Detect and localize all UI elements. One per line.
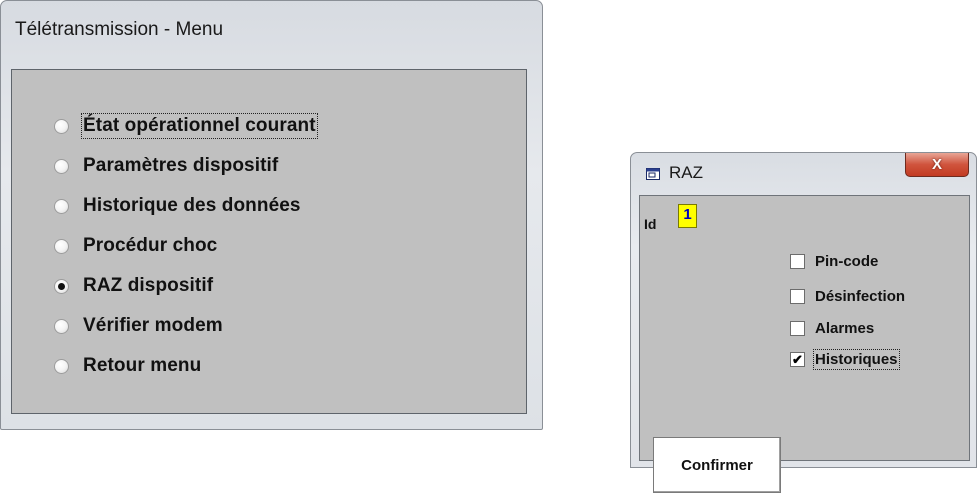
checkbox-label[interactable]: Désinfection (815, 288, 905, 305)
checkbox-alarmes[interactable]: Alarmes (790, 318, 874, 338)
option-label[interactable]: Historique des données (83, 195, 301, 217)
raz-panel: Id 1 Pin-code Désinfection Alarmes ✔ His… (639, 195, 970, 493)
menu-window-title: Télétransmission - Menu (15, 19, 224, 40)
window-icon (646, 168, 660, 180)
checkbox-box[interactable] (790, 288, 805, 304)
radio-button[interactable] (54, 158, 69, 174)
option-verifier-modem[interactable]: Vérifier modem (54, 312, 223, 340)
menu-options-panel: État opérationnel courant Paramètres dis… (11, 69, 527, 414)
radio-button-selected[interactable] (54, 278, 69, 294)
checkmark-icon[interactable]: ✔ (790, 351, 805, 367)
option-label[interactable]: Paramètres dispositif (83, 155, 278, 177)
option-label[interactable]: Procédur choc (83, 235, 217, 257)
radio-button[interactable] (54, 358, 69, 374)
checkbox-label[interactable]: Pin-code (815, 253, 878, 270)
close-button[interactable]: X (905, 153, 969, 177)
option-label[interactable]: RAZ dispositif (83, 275, 213, 297)
radio-button[interactable] (54, 118, 69, 134)
option-etat-operationnel[interactable]: État opérationnel courant (54, 112, 318, 140)
option-parametres-dispositif[interactable]: Paramètres dispositif (54, 152, 278, 180)
checkbox-label[interactable]: Alarmes (815, 320, 874, 337)
option-retour-menu[interactable]: Retour menu (54, 352, 201, 380)
option-label[interactable]: Vérifier modem (83, 315, 223, 337)
radio-button[interactable] (54, 318, 69, 334)
checkbox-label[interactable]: Historiques (813, 348, 900, 370)
option-label[interactable]: État opérationnel courant (81, 113, 318, 139)
close-icon[interactable]: X (932, 156, 942, 173)
option-label[interactable]: Retour menu (83, 355, 201, 377)
raz-window-title: RAZ (669, 163, 703, 182)
option-raz-dispositif[interactable]: RAZ dispositif (54, 272, 213, 300)
radio-button[interactable] (54, 238, 69, 254)
checkbox-box[interactable] (790, 320, 805, 336)
checkbox-desinfection[interactable]: Désinfection (790, 286, 905, 306)
confirm-button[interactable]: Confirmer (653, 437, 781, 493)
raz-window: RAZ X Id 1 Pin-code Désinfection Alarmes… (630, 152, 977, 493)
id-value: 1 (678, 204, 697, 228)
menu-window: Télétransmission - Menu État opérationne… (0, 0, 543, 430)
option-historique-donnees[interactable]: Historique des données (54, 192, 301, 220)
radio-button[interactable] (54, 198, 69, 214)
checkbox-pin-code[interactable]: Pin-code (790, 251, 878, 271)
option-procedur-choc[interactable]: Procédur choc (54, 232, 217, 260)
checkbox-historiques[interactable]: ✔ Historiques (790, 348, 900, 370)
id-label: Id (644, 216, 657, 232)
checkbox-box[interactable] (790, 253, 805, 269)
